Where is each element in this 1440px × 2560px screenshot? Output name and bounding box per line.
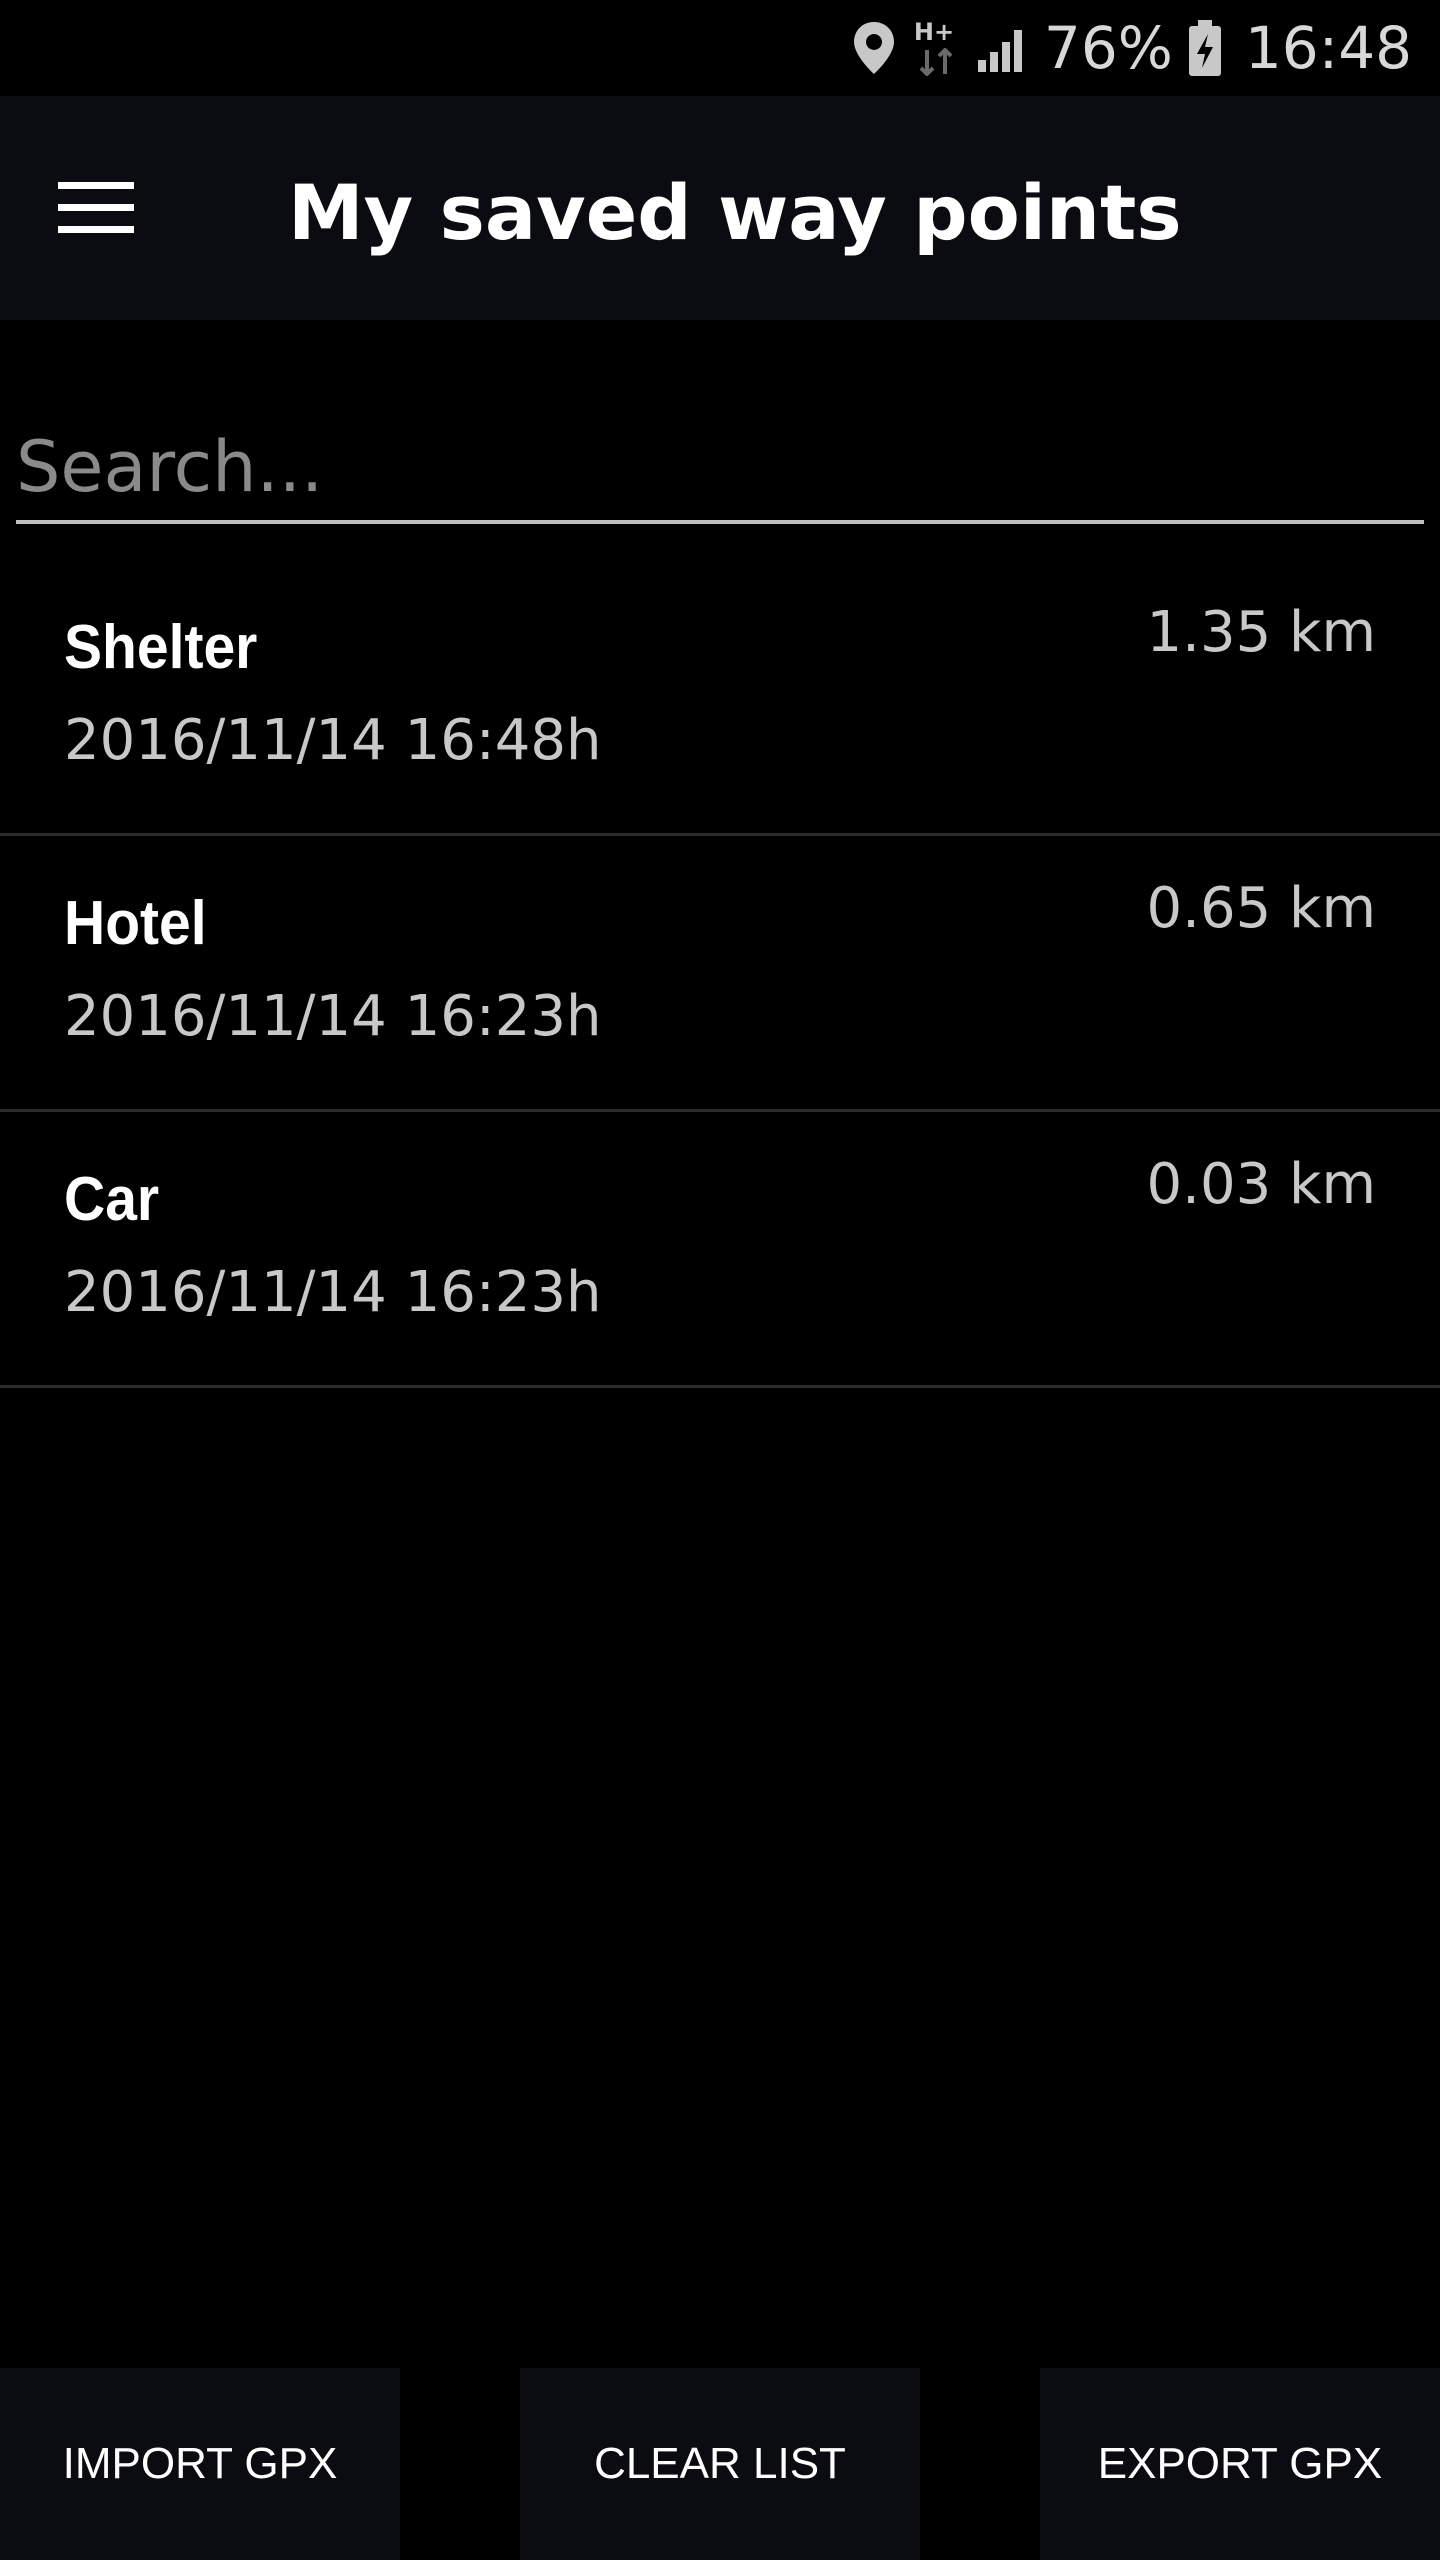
waypoint-date: 2016/11/14 16:23h — [64, 1260, 602, 1325]
battery-charging-icon — [1188, 20, 1221, 76]
battery-percent: 76% — [1043, 14, 1173, 82]
waypoint-date: 2016/11/14 16:23h — [64, 984, 602, 1049]
search-input[interactable] — [16, 420, 1424, 524]
location-icon — [853, 22, 894, 74]
import-gpx-button[interactable]: IMPORT GPX — [0, 2368, 400, 2560]
app-bar: My saved way points — [0, 96, 1440, 320]
waypoint-distance: 0.65 km — [1146, 876, 1376, 941]
waypoint-date: 2016/11/14 16:48h — [64, 708, 602, 773]
signal-icon — [977, 30, 1022, 72]
waypoint-row-car[interactable]: Car 2016/11/14 16:23h 0.03 km — [0, 1112, 1440, 1388]
waypoint-distance: 1.35 km — [1146, 600, 1376, 665]
status-time: 16:48 — [1244, 14, 1412, 82]
status-icons: H+ 76% 16:48 — [852, 0, 1412, 96]
waypoint-distance: 0.03 km — [1146, 1152, 1376, 1217]
export-gpx-button[interactable]: EXPORT GPX — [1040, 2368, 1440, 2560]
waypoint-name: Hotel — [64, 889, 207, 958]
waypoint-row-hotel[interactable]: Hotel 2016/11/14 16:23h 0.65 km — [0, 836, 1440, 1112]
waypoint-name: Car — [64, 1165, 160, 1234]
page-title: My saved way points — [288, 168, 1182, 257]
network-type-label: H+ — [913, 18, 955, 46]
waypoint-list: Shelter 2016/11/14 16:48h 1.35 km Hotel … — [0, 560, 1440, 1388]
bottom-action-bar: IMPORT GPX CLEAR LIST EXPORT GPX — [0, 2368, 1440, 2560]
search-container — [16, 420, 1424, 530]
waypoint-name: Shelter — [64, 613, 258, 682]
waypoint-row-shelter[interactable]: Shelter 2016/11/14 16:48h 1.35 km — [0, 560, 1440, 836]
clear-list-button[interactable]: CLEAR LIST — [520, 2368, 920, 2560]
hamburger-menu-icon[interactable] — [48, 166, 144, 250]
h-plus-data-icon: H+ — [912, 18, 960, 78]
status-bar: H+ 76% 16:48 — [0, 0, 1440, 96]
